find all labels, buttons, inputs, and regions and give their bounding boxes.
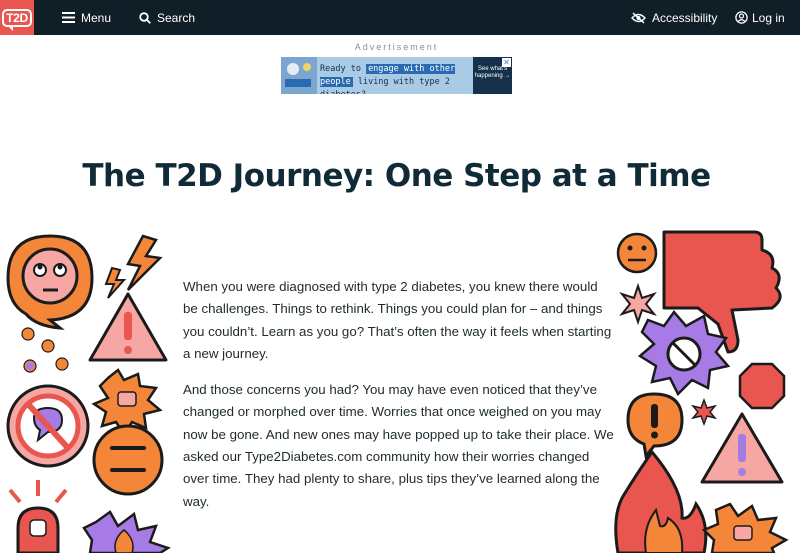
small-asterisk-icon [690,397,718,427]
stop-octagon-icon [738,362,786,410]
logo-text: T2D [2,8,32,31]
page-title: The T2D Journey: One Step at a Time [82,158,711,194]
login-label: Log in [752,10,785,25]
rolling-eyes-face-icon [6,234,94,330]
neutral-face-icon [92,424,164,496]
search-button[interactable]: Search [139,0,195,35]
search-label: Search [157,10,196,25]
menu-button[interactable]: Menu [62,0,111,35]
warning-triangle-icon [88,292,168,362]
accessibility-button[interactable]: Accessibility [631,0,717,35]
search-icon [139,11,151,24]
small-neutral-face-icon [616,232,658,274]
burst-thumbs-down-icon [91,368,163,437]
menu-icon [62,12,75,23]
top-nav: T2D Menu Search Accessibility Log in [0,0,800,35]
article-paragraph-1: When you were diagnosed with type 2 diab… [183,279,612,361]
right-warning-triangle-icon [700,412,784,484]
left-illustrations [6,234,171,553]
asterisk-icon [619,282,657,326]
flame-burst-icon [82,510,171,553]
bottom-burst-icon [701,502,789,553]
siren-icon [8,480,68,553]
no-chat-icon [6,384,90,468]
ad-text-before: Ready to [320,64,367,74]
flame-icon [614,449,708,553]
article-body: When you were diagnosed with type 2 diab… [183,276,615,527]
ad-banner[interactable]: Ready to engage with other people living… [281,57,512,94]
ad-label: Advertisement [354,42,439,52]
user-circle-icon [735,11,748,24]
ad-text: Ready to engage with other people living… [320,63,470,94]
prohibited-burst-icon [637,309,731,397]
login-button[interactable]: Log in [735,0,785,35]
right-illustrations [614,230,789,553]
site-logo[interactable]: T2D [0,0,34,35]
ad-close-icon[interactable]: ✕ [502,58,511,67]
article-paragraph-2: And those concerns you had? You may have… [183,382,614,509]
lightning-icon [104,234,163,299]
ad-illustration [281,57,317,94]
eye-slash-icon [631,11,646,24]
exclamation-bubble-icon [626,392,684,460]
accessibility-label: Accessibility [652,10,718,25]
menu-label: Menu [81,10,112,25]
